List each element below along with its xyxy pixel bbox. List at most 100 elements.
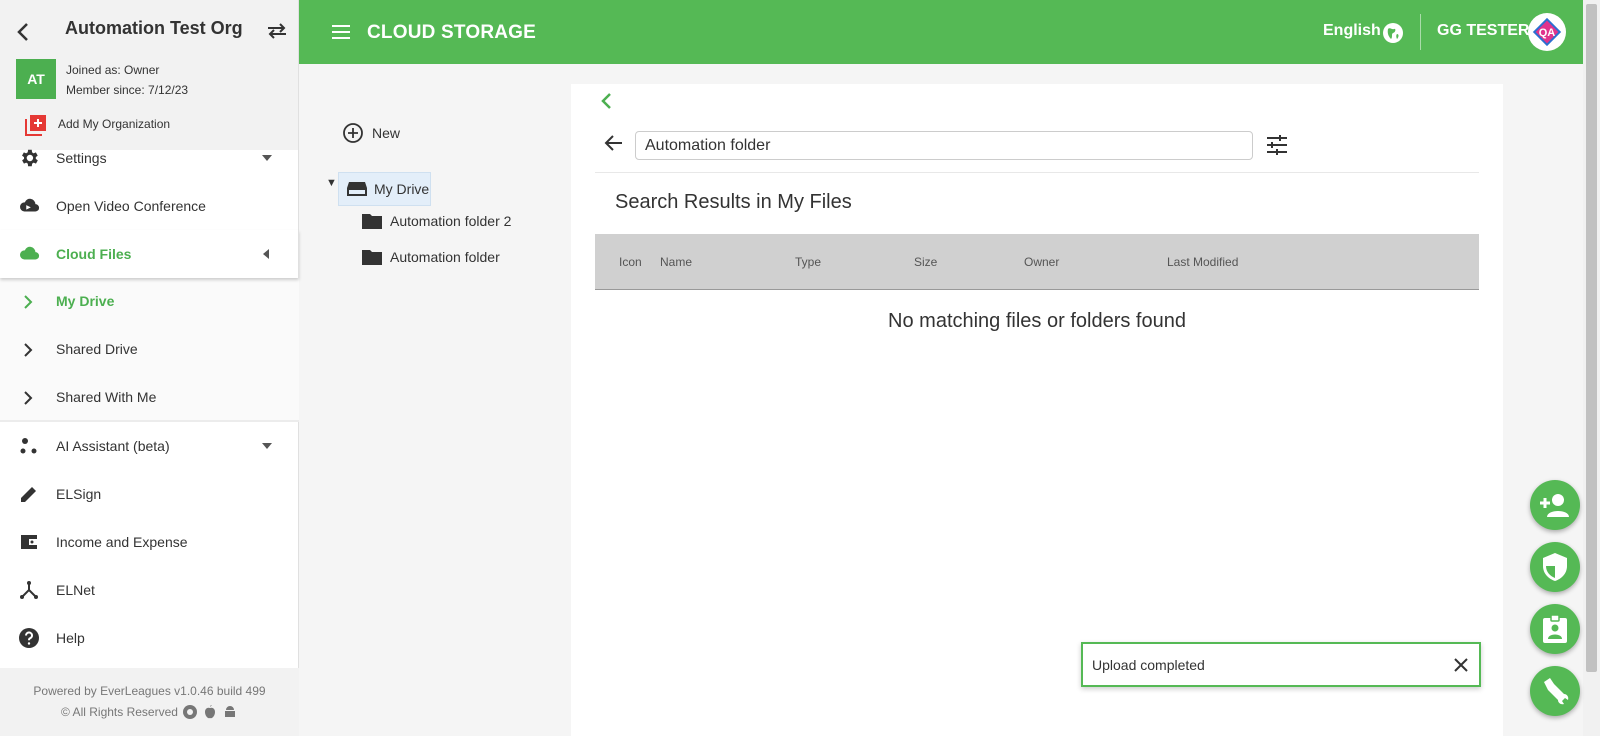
chrome-icon[interactable] [182, 704, 198, 720]
add-user-icon [1540, 494, 1569, 517]
caret-left-icon [263, 249, 269, 259]
sidebar-item-elsign[interactable]: ELSign [0, 470, 299, 518]
wallet-icon [17, 530, 41, 554]
folder-icon [362, 214, 382, 229]
column-header-name[interactable]: Name [660, 255, 692, 269]
switch-org-icon[interactable] [266, 20, 288, 42]
qa-logo-icon: QA [1532, 17, 1562, 47]
org-avatar: AT [16, 59, 56, 99]
hamburger-menu-icon[interactable] [331, 22, 351, 42]
tree-item-folder[interactable]: Automation folder [362, 249, 500, 265]
powered-by-text: Powered by EverLeagues v1.0.46 build 499 [33, 684, 266, 698]
back-arrow-icon[interactable] [14, 20, 34, 44]
badge-icon [1543, 614, 1567, 643]
topbar-divider [1420, 14, 1421, 50]
toast-message: Upload completed [1092, 657, 1205, 673]
search-input[interactable] [635, 131, 1253, 160]
tree-item-label: Automation folder 2 [390, 213, 512, 229]
sidebar-item-label: My Drive [56, 293, 115, 309]
tree-expand-toggle[interactable]: ▼ [326, 177, 337, 189]
user-avatar-text: QA [1539, 27, 1556, 39]
sidebar-item-shared-with-me[interactable]: Shared With Me [0, 374, 299, 422]
language-selector[interactable]: English [1323, 22, 1381, 40]
column-header-last-modified[interactable]: Last Modified [1167, 255, 1238, 269]
gear-icon [17, 146, 41, 170]
sidebar-item-video-conference[interactable]: Open Video Conference [0, 182, 299, 230]
sidebar-item-label: ELNet [56, 582, 95, 598]
vertical-scrollbar[interactable] [1583, 0, 1600, 736]
android-icon[interactable] [222, 704, 238, 720]
add-user-button[interactable] [1530, 480, 1580, 530]
arrow-left-icon[interactable] [603, 132, 625, 154]
caret-down-icon [262, 155, 272, 161]
scrollbar-thumb[interactable] [1586, 4, 1597, 672]
rights-row: © All Rights Reserved [0, 704, 299, 720]
sidebar-item-label: Shared With Me [56, 389, 157, 405]
tools-button[interactable] [1530, 666, 1580, 716]
column-header-icon[interactable]: Icon [619, 255, 642, 269]
sidebar-item-income-expense[interactable]: Income and Expense [0, 518, 299, 566]
sidebar-item-help[interactable]: Help [0, 614, 299, 662]
sidebar-item-my-drive[interactable]: My Drive [0, 278, 299, 326]
chevron-right-icon [24, 343, 33, 357]
filter-sliders-icon[interactable] [1264, 132, 1290, 158]
contact-card-button[interactable] [1530, 604, 1580, 654]
user-name[interactable]: GG TESTER [1437, 22, 1529, 40]
add-circle-icon [343, 123, 363, 143]
sidebar-item-settings[interactable]: Settings [0, 134, 299, 182]
sidebar-item-ai-assistant[interactable]: AI Assistant (beta) [0, 422, 299, 470]
top-app-bar: CLOUD STORAGE English GG TESTER QA [299, 0, 1583, 64]
add-organization-icon[interactable] [25, 114, 47, 136]
sidebar-item-label: Open Video Conference [56, 198, 206, 214]
column-header-size[interactable]: Size [914, 255, 937, 269]
sidebar-item-label: Cloud Files [56, 246, 132, 262]
new-button[interactable]: New [342, 122, 400, 144]
chevron-right-icon [24, 391, 33, 405]
apple-icon[interactable] [202, 704, 218, 720]
sidebar: Automation Test Org AT Joined as: Owner … [0, 0, 299, 736]
sidebar-item-cloud-files[interactable]: Cloud Files [0, 230, 299, 278]
ai-dots-icon [17, 434, 41, 458]
help-icon [17, 626, 41, 650]
globe-icon[interactable] [1382, 22, 1404, 44]
pencil-icon [17, 482, 41, 506]
chevron-left-icon[interactable] [599, 90, 613, 112]
column-header-owner[interactable]: Owner [1024, 255, 1059, 269]
cloud-files-submenu: My Drive Shared Drive Shared With Me [0, 278, 299, 422]
org-header: Automation Test Org AT Joined as: Owner … [0, 0, 298, 150]
sidebar-item-label: Income and Expense [56, 534, 188, 550]
sidebar-footer: Powered by EverLeagues v1.0.46 build 499… [0, 668, 299, 736]
wrench-icon [1544, 678, 1569, 705]
tree-item-my-drive[interactable]: My Drive [338, 172, 431, 206]
sidebar-item-label: Shared Drive [56, 341, 138, 357]
rights-text: © All Rights Reserved [61, 705, 178, 719]
cloud-video-icon [17, 194, 41, 218]
folder-icon [362, 250, 382, 265]
sidebar-item-shared-drive[interactable]: Shared Drive [0, 326, 299, 374]
shield-icon [1543, 553, 1567, 581]
results-title: Search Results in My Files [615, 191, 852, 213]
sidebar-item-label: AI Assistant (beta) [56, 438, 170, 454]
joined-as-text: Joined as: Owner [66, 63, 160, 77]
member-since-text: Member since: 7/12/23 [66, 83, 189, 97]
page-title: CLOUD STORAGE [367, 22, 537, 43]
tree-item-folder[interactable]: Automation folder 2 [362, 213, 511, 229]
toast-notification: Upload completed [1081, 642, 1481, 687]
add-organization-link[interactable]: Add My Organization [58, 117, 170, 131]
chevron-right-icon [24, 295, 33, 309]
tree-item-label: Automation folder [390, 249, 500, 265]
table-header: Icon Name Type Size Owner Last Modified [595, 234, 1479, 290]
security-button[interactable] [1530, 542, 1580, 592]
column-header-type[interactable]: Type [795, 255, 821, 269]
user-avatar[interactable]: QA [1528, 13, 1566, 51]
search-results-card: Search Results in My Files Icon Name Typ… [571, 84, 1503, 736]
caret-down-icon [262, 443, 272, 449]
sidebar-item-label: Settings [56, 150, 107, 166]
sidebar-item-label: Help [56, 630, 85, 646]
close-icon[interactable] [1452, 656, 1470, 674]
divider [595, 172, 1479, 173]
sidebar-item-elnet[interactable]: ELNet [0, 566, 299, 614]
new-button-label: New [372, 125, 401, 141]
cloud-icon [17, 242, 41, 266]
tree-item-label: My Drive [374, 181, 430, 197]
